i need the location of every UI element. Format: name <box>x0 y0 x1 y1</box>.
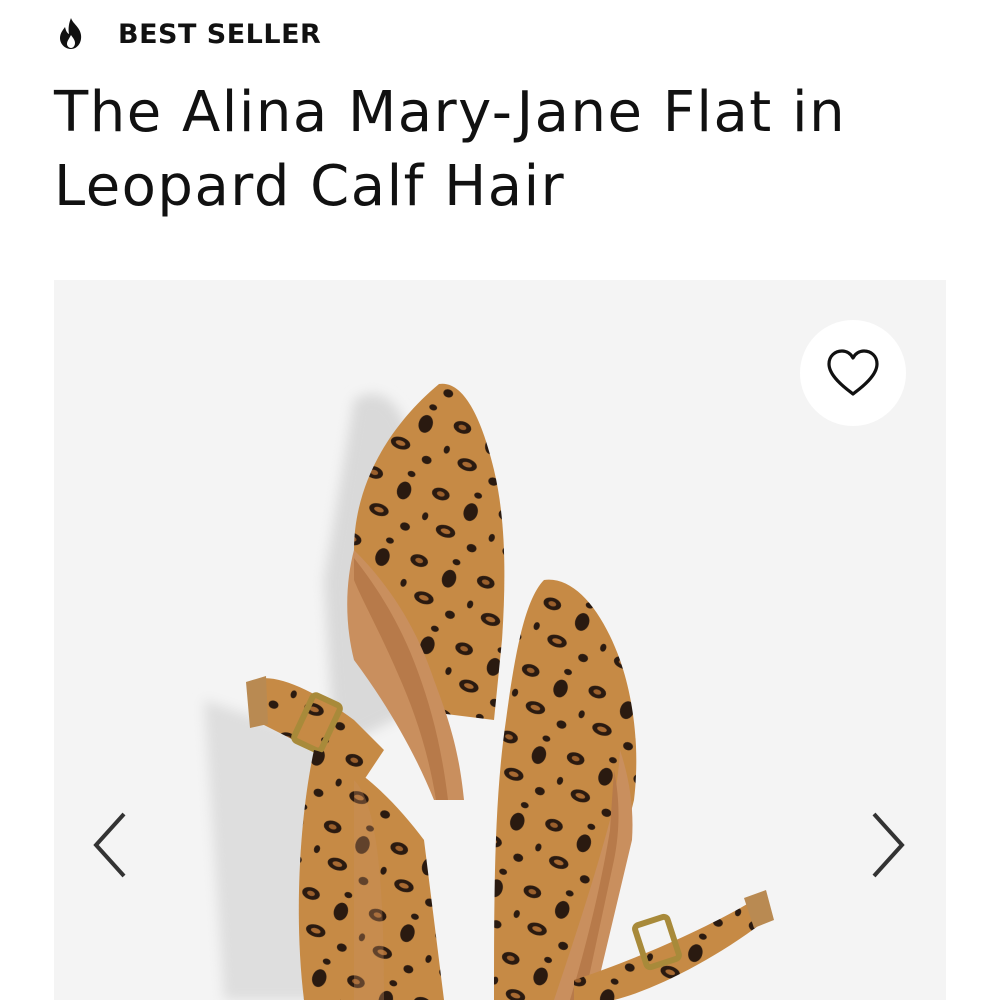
chevron-right-icon <box>872 812 905 878</box>
badge-label: BEST SELLER <box>118 18 322 50</box>
best-seller-badge: BEST SELLER <box>56 14 321 54</box>
product-image-gallery[interactable] <box>54 280 946 1000</box>
heart-outline-icon <box>827 349 879 396</box>
next-image-button[interactable] <box>868 810 908 880</box>
chevron-left-icon <box>93 812 126 878</box>
previous-image-button[interactable] <box>90 810 130 880</box>
favorite-button[interactable] <box>800 320 906 426</box>
product-title: The Alina Mary-Jane Flat in Leopard Calf… <box>54 80 847 219</box>
flame-icon <box>60 18 82 49</box>
